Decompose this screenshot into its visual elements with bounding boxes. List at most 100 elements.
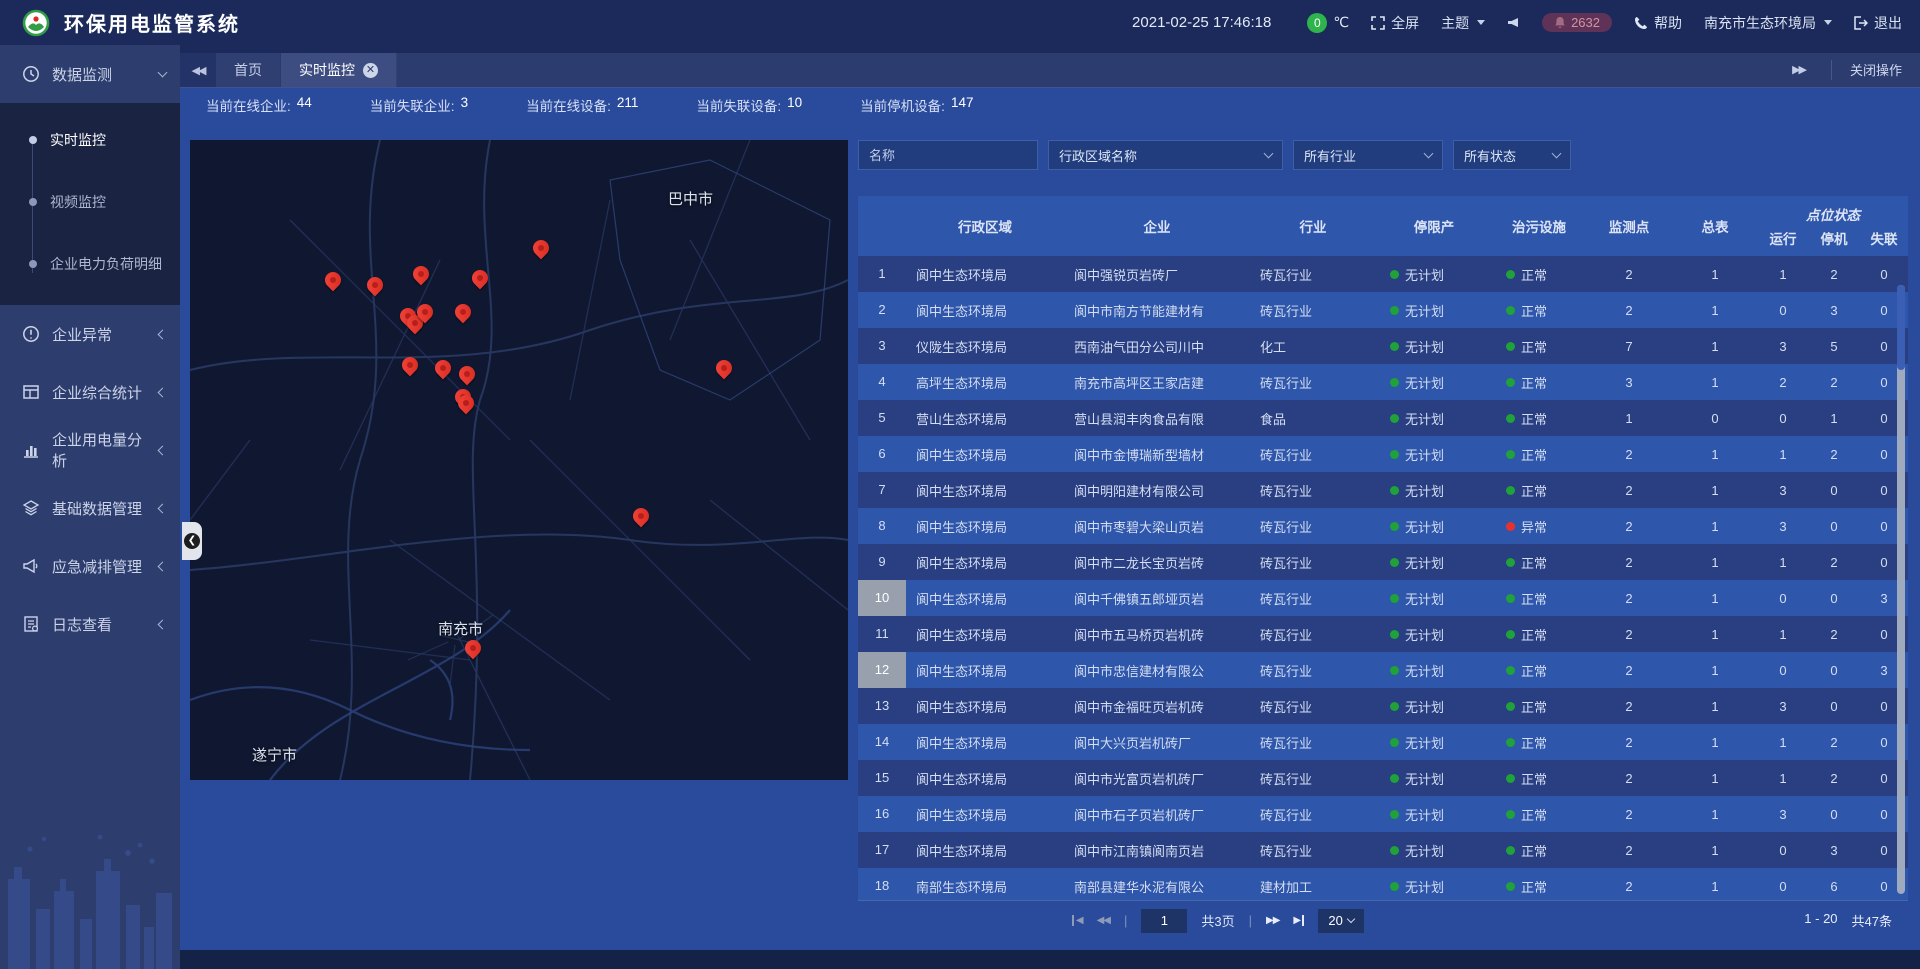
sidebar-item-emergency-reduction[interactable]: 应急减排管理 xyxy=(0,537,180,595)
cell-pollution-facility: 正常 xyxy=(1492,553,1586,572)
cell-running: 0 xyxy=(1758,411,1808,426)
table-row[interactable]: 2 阆中生态环境局 阆中市南方节能建材有 砖瓦行业 无计划 正常 2 1 0 xyxy=(858,292,1908,328)
cell-region: 阆中生态环境局 xyxy=(906,445,1064,464)
sidebar-item-log-view[interactable]: 日志查看 xyxy=(0,595,180,653)
cell-total-meter: 1 xyxy=(1672,303,1758,318)
table-row[interactable]: 13 阆中生态环境局 阆中市金福旺页岩机砖 砖瓦行业 无计划 正常 2 1 3 xyxy=(858,688,1908,724)
table-row[interactable]: 10 阆中生态环境局 阆中千佛镇五郎垭页岩 砖瓦行业 无计划 正常 2 1 0 xyxy=(858,580,1908,616)
region-filter-select[interactable]: 行政区域名称 xyxy=(1048,140,1283,170)
cell-running: 2 xyxy=(1758,375,1808,390)
cell-monitor-points: 2 xyxy=(1586,843,1672,858)
table-scrollbar[interactable] xyxy=(1897,285,1905,894)
sidebar-item-realtime-monitor[interactable]: 实时监控 xyxy=(0,109,180,171)
page-size-select[interactable]: 20 xyxy=(1318,909,1364,933)
cell-company: 南部县建华水泥有限公 xyxy=(1064,877,1250,896)
logout-button[interactable]: 退出 xyxy=(1854,13,1902,33)
status-dot xyxy=(1506,666,1515,675)
cell-pollution-facility: 正常 xyxy=(1492,445,1586,464)
cell-total-meter: 1 xyxy=(1672,699,1758,714)
table-row[interactable]: 9 阆中生态环境局 阆中市二龙长宝页岩砖 砖瓦行业 无计划 正常 2 1 1 xyxy=(858,544,1908,580)
cell-company: 阆中市金博瑞新型墙材 xyxy=(1064,445,1250,464)
tab-home[interactable]: 首页 xyxy=(216,53,281,87)
cell-company: 阆中市忠信建材有限公 xyxy=(1064,661,1250,680)
status-filter-select[interactable]: 所有状态 xyxy=(1453,140,1571,170)
last-page-button[interactable]: ▶ xyxy=(1293,915,1304,926)
cell-region: 阆中生态环境局 xyxy=(906,625,1064,644)
tab-realtime-monitor[interactable]: 实时监控 ✕ xyxy=(281,53,397,87)
sidebar-item-enterprise-abnormal[interactable]: 企业异常 xyxy=(0,305,180,363)
cell-stopped: 2 xyxy=(1808,771,1860,786)
table-row[interactable]: 18 南部生态环境局 南部县建华水泥有限公 建材加工 无计划 正常 2 1 0 xyxy=(858,868,1908,900)
sidebar-item-base-data[interactable]: 基础数据管理 xyxy=(0,479,180,537)
first-page-button[interactable]: ◀ xyxy=(1072,915,1083,926)
next-page-button[interactable]: ▶▶ xyxy=(1266,915,1279,926)
table-row[interactable]: 5 营山生态环境局 营山县润丰肉食品有限 食品 无计划 正常 1 0 0 xyxy=(858,400,1908,436)
table-row[interactable]: 17 阆中生态环境局 阆中市江南镇阆南页岩 砖瓦行业 无计划 正常 2 1 0 xyxy=(858,832,1908,868)
tabs-scroll-right-button[interactable]: ▶▶ xyxy=(1766,63,1831,76)
status-stat: 当前在线企业: 44 xyxy=(206,95,312,115)
table-row[interactable]: 15 阆中生态环境局 阆中市光富页岩机砖厂 砖瓦行业 无计划 正常 2 1 1 xyxy=(858,760,1908,796)
industry-filter-select[interactable]: 所有行业 xyxy=(1293,140,1443,170)
cell-production-limit: 无计划 xyxy=(1376,805,1492,824)
cell-production-limit: 无计划 xyxy=(1376,841,1492,860)
sidebar-item-power-load-detail[interactable]: 企业电力负荷明细 xyxy=(0,233,180,295)
sidebar-item-video-monitor[interactable]: 视频监控 xyxy=(0,171,180,233)
sidebar-item-enterprise-statistics[interactable]: 企业综合统计 xyxy=(0,363,180,421)
chevron-left-icon xyxy=(158,445,168,455)
cell-stopped: 0 xyxy=(1808,519,1860,534)
cell-running: 1 xyxy=(1758,735,1808,750)
status-dot xyxy=(1506,630,1515,639)
tabs-scroll-left-button[interactable]: ◀◀ xyxy=(180,53,216,87)
cell-monitor-points: 2 xyxy=(1586,555,1672,570)
status-dot xyxy=(1390,702,1399,711)
table-row[interactable]: 14 阆中生态环境局 阆中大兴页岩机砖厂 砖瓦行业 无计划 正常 2 1 1 xyxy=(858,724,1908,760)
table-row[interactable]: 8 阆中生态环境局 阆中市枣碧大梁山页岩 砖瓦行业 无计划 异常 2 1 3 xyxy=(858,508,1908,544)
map[interactable]: 巴中市南充市遂宁市 xyxy=(190,140,848,780)
close-tab-icon[interactable]: ✕ xyxy=(363,63,378,78)
name-filter-input[interactable] xyxy=(858,140,1038,170)
row-index: 16 xyxy=(858,796,906,832)
help-button[interactable]: 帮助 xyxy=(1634,13,1682,33)
mute-button[interactable] xyxy=(1507,16,1520,29)
status-stat: 当前停机设备: 147 xyxy=(860,95,973,115)
cell-total-meter: 1 xyxy=(1672,519,1758,534)
cell-region: 营山生态环境局 xyxy=(906,409,1064,428)
organization-menu[interactable]: 南充市生态环境局 xyxy=(1704,13,1832,33)
status-dot xyxy=(1390,846,1399,855)
cell-pollution-facility: 正常 xyxy=(1492,265,1586,284)
sidebar-collapse-handle[interactable]: ❮ xyxy=(182,522,202,560)
phone-icon xyxy=(1634,16,1648,30)
sidebar-item-power-analysis[interactable]: 企业用电量分析 xyxy=(0,421,180,479)
cell-production-limit: 无计划 xyxy=(1376,661,1492,680)
cell-running: 0 xyxy=(1758,303,1808,318)
table-row[interactable]: 11 阆中生态环境局 阆中市五马桥页岩机砖 砖瓦行业 无计划 正常 2 1 1 xyxy=(858,616,1908,652)
cell-company: 阆中大兴页岩机砖厂 xyxy=(1064,733,1250,752)
table-row[interactable]: 7 阆中生态环境局 阆中明阳建材有限公司 砖瓦行业 无计划 正常 2 1 3 xyxy=(858,472,1908,508)
theme-menu-button[interactable]: 主题 xyxy=(1441,13,1485,33)
cell-region: 阆中生态环境局 xyxy=(906,661,1064,680)
column-company: 企业 xyxy=(1064,216,1250,236)
current-page-input[interactable]: 1 xyxy=(1141,909,1187,933)
cell-running: 0 xyxy=(1758,663,1808,678)
close-operations-button[interactable]: 关闭操作 xyxy=(1831,60,1920,80)
table-row[interactable]: 3 仪陇生态环境局 西南油气田分公司川中 化工 无计划 正常 7 1 3 xyxy=(858,328,1908,364)
table-row[interactable]: 4 高坪生态环境局 南充市高坪区王家店建 砖瓦行业 无计划 正常 3 1 2 xyxy=(858,364,1908,400)
cell-stopped: 2 xyxy=(1808,375,1860,390)
table-row[interactable]: 12 阆中生态环境局 阆中市忠信建材有限公 砖瓦行业 无计划 正常 2 1 0 xyxy=(858,652,1908,688)
table-row[interactable]: 16 阆中生态环境局 阆中市石子页岩机砖厂 砖瓦行业 无计划 正常 2 1 3 xyxy=(858,796,1908,832)
cell-industry: 建材加工 xyxy=(1250,877,1376,896)
status-dot xyxy=(1506,486,1515,495)
table-row[interactable]: 6 阆中生态环境局 阆中市金博瑞新型墙材 砖瓦行业 无计划 正常 2 1 1 xyxy=(858,436,1908,472)
table-row[interactable]: 1 阆中生态环境局 阆中强锐页岩砖厂 砖瓦行业 无计划 正常 2 1 1 xyxy=(858,256,1908,292)
cell-monitor-points: 2 xyxy=(1586,807,1672,822)
cell-production-limit: 无计划 xyxy=(1376,409,1492,428)
sidebar-item-data-monitor[interactable]: 数据监测 xyxy=(0,45,180,103)
notifications-badge[interactable]: 2632 xyxy=(1542,13,1612,32)
city-label: 巴中市 xyxy=(668,188,713,209)
prev-page-button[interactable]: ◀◀ xyxy=(1097,915,1110,926)
scrollbar-thumb[interactable] xyxy=(1897,285,1905,370)
cell-company: 阆中市光富页岩机砖厂 xyxy=(1064,769,1250,788)
cell-industry: 砖瓦行业 xyxy=(1250,373,1376,392)
fullscreen-button[interactable]: 全屏 xyxy=(1371,13,1419,33)
chevron-down-icon xyxy=(1477,20,1485,25)
